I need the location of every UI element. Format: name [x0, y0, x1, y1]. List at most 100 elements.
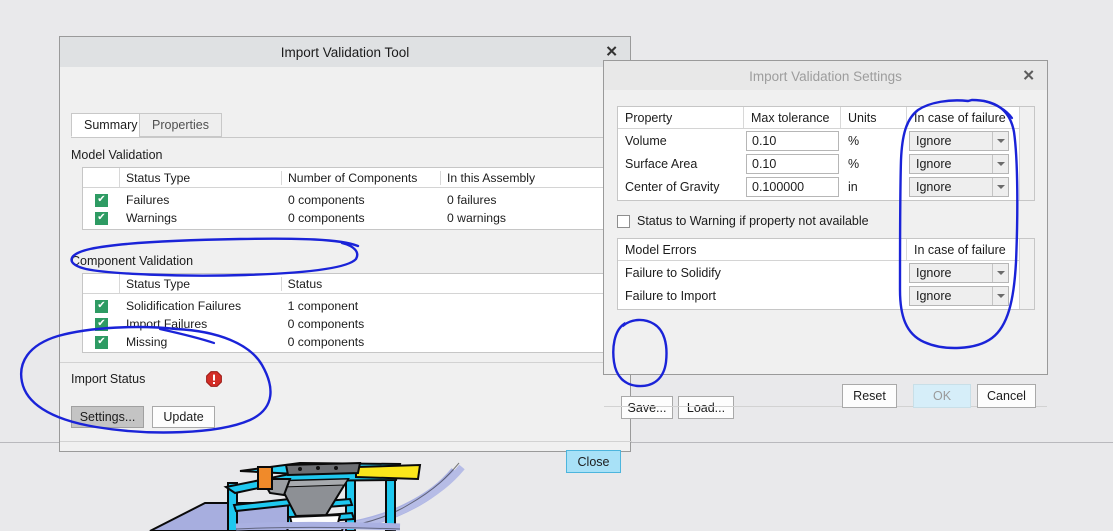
failure-action-dropdown[interactable]: Ignore: [909, 263, 1009, 283]
chevron-down-icon[interactable]: [992, 264, 1008, 282]
table-row[interactable]: Failure to Solidify Ignore: [618, 261, 1034, 284]
cell-property: Volume: [618, 129, 744, 152]
header-in-case-of-failure: In case of failure: [907, 107, 1020, 128]
cell-max-tolerance[interactable]: 0.100000: [744, 175, 841, 198]
settings-window-titlebar[interactable]: Import Validation Settings ✕: [604, 61, 1047, 91]
tolerance-input[interactable]: 0.10: [746, 154, 839, 174]
save-button-label: Save...: [628, 401, 667, 415]
model-validation-table[interactable]: Status Type Number of Components In this…: [82, 167, 623, 230]
import-validation-tool-window[interactable]: Import Validation Tool ✕ Summary Propert…: [59, 36, 631, 452]
cell-in-case-of-failure[interactable]: Ignore: [907, 284, 1020, 307]
header-number-of-components: Number of Components: [282, 171, 441, 185]
tool-window-title: Import Validation Tool: [281, 45, 410, 60]
check-icon: ✔: [95, 336, 108, 349]
cell-status: 0 components: [282, 317, 622, 331]
cell-in-case-of-failure[interactable]: Ignore: [907, 175, 1020, 198]
row-check-cell[interactable]: ✔: [83, 315, 120, 333]
failure-action-dropdown[interactable]: Ignore: [909, 131, 1009, 151]
row-check-cell[interactable]: ✔: [83, 209, 120, 227]
status-to-warning-checkbox-row[interactable]: Status to Warning if property not availa…: [617, 214, 869, 228]
header-check-col: [83, 168, 120, 187]
load-button[interactable]: Load...: [678, 396, 734, 419]
cell-status-type: Failures: [120, 193, 282, 207]
settings-button[interactable]: Settings...: [71, 406, 144, 428]
import-validation-settings-window[interactable]: Import Validation Settings ✕ Property Ma…: [603, 60, 1048, 375]
table-row[interactable]: ✔ Warnings 0 components 0 warnings: [83, 209, 622, 227]
cad-3d-model-viewport[interactable]: [0, 442, 1113, 531]
failure-action-value: Ignore: [910, 178, 992, 196]
tab-properties[interactable]: Properties: [139, 113, 222, 137]
model-errors-scrollbar[interactable]: [1019, 239, 1034, 309]
chevron-down-icon[interactable]: [992, 287, 1008, 305]
model-validation-label: Model Validation: [71, 148, 163, 162]
table-row[interactable]: Failure to Import Ignore: [618, 284, 1034, 307]
screen-root: Import Validation Tool ✕ Summary Propert…: [0, 0, 1113, 531]
check-icon: ✔: [95, 212, 108, 225]
header-in-case-of-failure: In case of failure: [907, 239, 1020, 260]
check-icon: ✔: [95, 318, 108, 331]
update-button-label: Update: [163, 410, 203, 424]
check-icon: ✔: [95, 194, 108, 207]
failure-action-value: Ignore: [910, 264, 992, 282]
cell-status-type: Import Failures: [120, 317, 282, 331]
table-row[interactable]: Center of Gravity 0.100000 in Ignore: [618, 175, 1034, 198]
failure-action-dropdown[interactable]: Ignore: [909, 177, 1009, 197]
failure-action-dropdown[interactable]: Ignore: [909, 154, 1009, 174]
cell-units: %: [841, 129, 907, 152]
cell-max-tolerance[interactable]: 0.10: [744, 129, 841, 152]
header-status-type: Status Type: [120, 277, 282, 291]
import-status-label: Import Status: [71, 372, 145, 386]
tool-window-titlebar[interactable]: Import Validation Tool ✕: [60, 37, 630, 67]
chevron-down-icon[interactable]: [992, 132, 1008, 150]
chevron-down-icon[interactable]: [992, 178, 1008, 196]
close-icon[interactable]: ✕: [1022, 69, 1035, 84]
cell-in-case-of-failure[interactable]: Ignore: [907, 152, 1020, 175]
cell-property: Surface Area: [618, 152, 744, 175]
property-table-scrollbar[interactable]: [1019, 107, 1034, 200]
row-check-cell[interactable]: ✔: [83, 333, 120, 351]
settings-window-body: Property Max tolerance Units In case of …: [604, 90, 1047, 374]
cell-in-case-of-failure[interactable]: Ignore: [907, 129, 1020, 152]
tolerance-input[interactable]: 0.10: [746, 131, 839, 151]
cell-number-of-components: 0 components: [282, 211, 441, 225]
table-row[interactable]: Volume 0.10 % Ignore: [618, 129, 1034, 152]
component-validation-table[interactable]: Status Type Status ✔ Solidification Fail…: [82, 273, 623, 353]
tab-summary-label: Summary: [84, 118, 137, 132]
property-tolerance-table[interactable]: Property Max tolerance Units In case of …: [617, 106, 1035, 201]
reset-button[interactable]: Reset: [842, 384, 897, 408]
tolerance-input[interactable]: 0.100000: [746, 177, 839, 197]
table-row[interactable]: ✔ Missing 0 components: [83, 333, 622, 351]
cell-status-type: Missing: [120, 335, 282, 349]
cancel-button[interactable]: Cancel: [977, 384, 1036, 408]
tabstrip: Summary Properties: [71, 113, 623, 138]
header-status: Status: [282, 277, 622, 291]
model-errors-table[interactable]: Model Errors In case of failure Failure …: [617, 238, 1035, 310]
table-row[interactable]: ✔ Import Failures 0 components: [83, 315, 622, 333]
table-row[interactable]: Surface Area 0.10 % Ignore: [618, 152, 1034, 175]
load-button-label: Load...: [687, 401, 725, 415]
close-icon[interactable]: ✕: [605, 45, 618, 60]
chevron-down-icon[interactable]: [992, 155, 1008, 173]
failure-action-value: Ignore: [910, 132, 992, 150]
cell-in-case-of-failure[interactable]: Ignore: [907, 261, 1020, 284]
header-model-errors: Model Errors: [618, 239, 907, 260]
save-button[interactable]: Save...: [621, 396, 673, 419]
checkbox-icon[interactable]: [617, 215, 630, 228]
property-table-header-row: Property Max tolerance Units In case of …: [618, 107, 1034, 129]
close-button[interactable]: Close: [566, 450, 621, 473]
cad-model-graphic: [0, 443, 1113, 531]
cell-max-tolerance[interactable]: 0.10: [744, 152, 841, 175]
row-check-cell[interactable]: ✔: [83, 191, 120, 209]
update-button[interactable]: Update: [152, 406, 215, 428]
cell-property: Center of Gravity: [618, 175, 744, 198]
row-check-cell[interactable]: ✔: [83, 297, 120, 315]
table-row[interactable]: ✔ Failures 0 components 0 failures: [83, 191, 622, 209]
model-errors-header-row: Model Errors In case of failure: [618, 239, 1034, 261]
cell-status-type: Solidification Failures: [120, 299, 282, 313]
close-button-label: Close: [578, 455, 610, 469]
tool-window-body: Summary Properties Model Validation Stat…: [60, 67, 630, 451]
cell-in-this-assembly: 0 failures: [441, 193, 621, 207]
check-icon: ✔: [95, 300, 108, 313]
table-row[interactable]: ✔ Solidification Failures 1 component: [83, 297, 622, 315]
failure-action-dropdown[interactable]: Ignore: [909, 286, 1009, 306]
